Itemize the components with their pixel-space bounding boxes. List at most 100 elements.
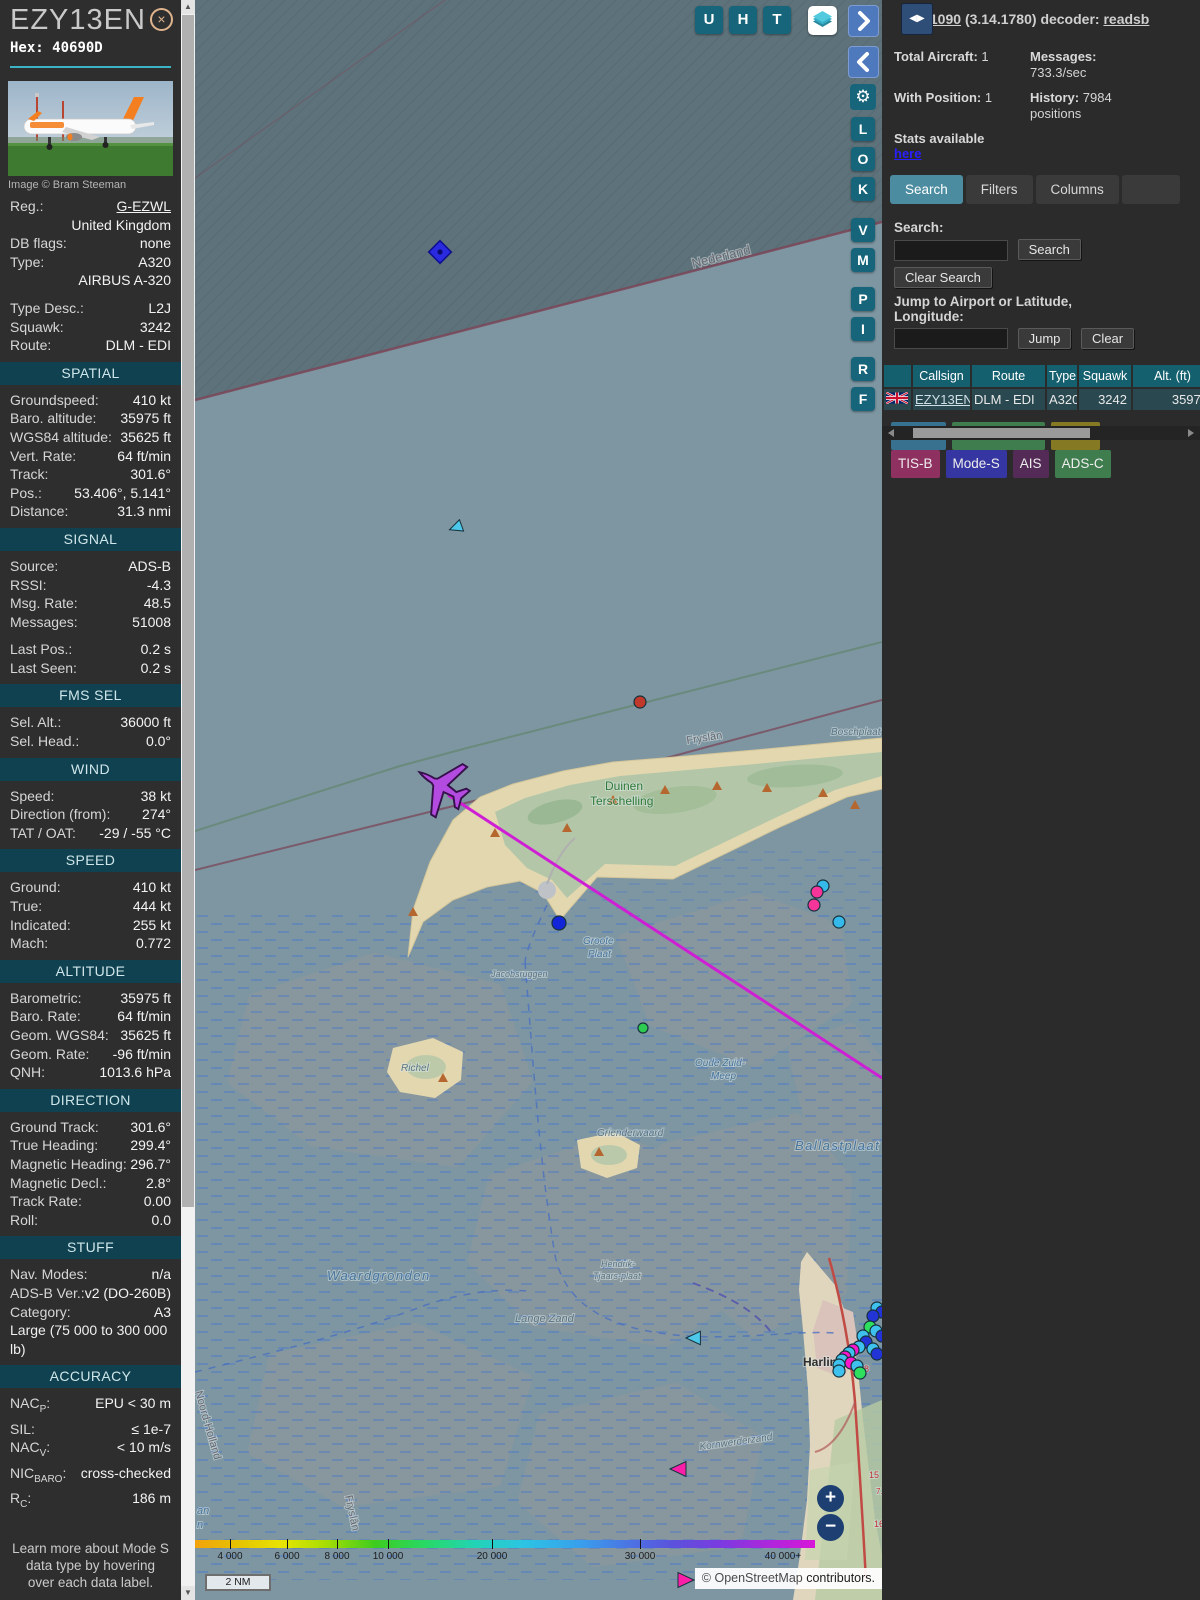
data-row: Vert. Rate: 64 ft/min <box>10 447 171 464</box>
data-row: NACP: EPU < 30 m <box>10 1395 171 1416</box>
data-row: Track Rate: 0.00 <box>10 1193 171 1210</box>
jump-clear-button[interactable]: Clear <box>1081 327 1135 349</box>
section-header: SPATIAL <box>0 361 181 385</box>
data-row: Track: 301.6° <box>10 466 171 483</box>
aircraft-marker[interactable] <box>551 915 567 931</box>
map-button-i[interactable]: I <box>851 317 875 341</box>
scroll-up-icon[interactable]: ▲ <box>181 0 195 14</box>
map-label: Jacobsruggen <box>490 969 548 979</box>
scroll-down-icon[interactable]: ▼ <box>181 1586 195 1600</box>
map-button-f[interactable]: F <box>851 387 875 411</box>
col-callsign[interactable]: Callsign <box>913 365 970 387</box>
collapse-panel-button[interactable] <box>848 46 879 78</box>
badge-tis-b[interactable]: TIS-B <box>891 450 940 478</box>
badge-mode-s[interactable]: Mode-S <box>945 450 1007 478</box>
map-canvas: NederlandFryslân BoschplaatDuinenTerschel… <box>195 0 882 1600</box>
map-button-o[interactable]: O <box>851 147 875 171</box>
aircraft-marker[interactable] <box>870 1347 882 1361</box>
aircraft-marker[interactable] <box>832 915 846 929</box>
table-row[interactable]: EZY13EN DLM - EDI A320 3242 35975 <box>884 389 1200 410</box>
stats-here-link[interactable]: here <box>894 146 921 161</box>
tab-filters[interactable]: Filters <box>965 175 1033 204</box>
scroll-right-icon[interactable] <box>1188 429 1194 437</box>
data-row: Barometric: 35975 ft <box>10 989 171 1006</box>
map-button-m[interactable]: M <box>851 248 875 272</box>
data-row: Geom. Rate: -96 ft/min <box>10 1045 171 1062</box>
data-row: RC: 186 m <box>10 1490 171 1510</box>
tab-columns[interactable]: Columns <box>1035 175 1119 204</box>
map-label: n <box>197 1519 203 1531</box>
data-row: True Heading: 299.4° <box>10 1137 171 1154</box>
panel-tabs: Search Filters Columns <box>890 175 1200 204</box>
row-alt: 35975 <box>1133 389 1200 410</box>
data-row: Mach: 0.772 <box>10 935 171 952</box>
data-row: WGS84 altitude: 35625 ft <box>10 428 171 445</box>
row-squawk: 3242 <box>1079 389 1131 410</box>
search-input[interactable] <box>894 239 1008 261</box>
with-position-value: 1 <box>984 90 993 105</box>
col-alt[interactable]: Alt. (ft) <box>1133 365 1200 387</box>
aircraft-marker[interactable] <box>810 885 824 899</box>
data-row: Messages: 51008 <box>10 613 171 630</box>
panel-horizontal-scrollbar[interactable] <box>882 426 1200 440</box>
jump-input[interactable] <box>894 328 1008 349</box>
layers-button[interactable] <box>808 6 837 35</box>
data-row: Category: A3 <box>10 1303 171 1320</box>
aircraft-hex: Hex: 40690D <box>10 40 103 56</box>
legend-tick-label: 4 000 <box>217 1551 243 1562</box>
col-squawk[interactable]: Squawk <box>1079 365 1131 387</box>
altitude-legend-gradient <box>195 1540 815 1548</box>
aircraft-marker[interactable] <box>807 898 821 912</box>
col-route[interactable]: Route <box>972 365 1045 387</box>
tab-search[interactable]: Search <box>890 175 963 204</box>
row-type: A320 <box>1047 389 1077 410</box>
toggle-trails-button[interactable]: T <box>763 6 791 34</box>
close-icon[interactable]: × <box>150 8 173 31</box>
row-callsign-link[interactable]: EZY13EN <box>915 392 970 407</box>
badge-ais[interactable]: AIS <box>1012 450 1049 478</box>
scrollbar-thumb[interactable] <box>913 428 1090 438</box>
aircraft-marker[interactable] <box>866 1309 880 1323</box>
registration-link[interactable]: G-EZWL <box>117 197 171 216</box>
aircraft-marker[interactable] <box>633 695 647 709</box>
data-row: Sel. Alt.: 36000 ft <box>10 714 171 731</box>
expand-panel-button[interactable] <box>848 5 879 37</box>
data-row: Squawk: 3242 <box>10 318 171 335</box>
map-label: Lange Zand <box>515 1313 575 1325</box>
zoom-out-button[interactable]: − <box>817 1514 844 1541</box>
data-row: NACV: < 10 m/s <box>10 1439 171 1460</box>
map-button-l[interactable]: L <box>851 117 875 141</box>
col-type[interactable]: Type <box>1047 365 1077 387</box>
aircraft-marker[interactable] <box>637 1022 649 1034</box>
map-button-v[interactable]: V <box>851 218 875 242</box>
settings-gear-icon[interactable]: ⚙ <box>850 84 876 110</box>
clear-search-button[interactable]: Clear Search <box>894 266 992 288</box>
badge-ads-c[interactable]: ADS-C <box>1054 450 1111 478</box>
map-button-k[interactable]: K <box>851 177 875 201</box>
sidebar-scrollbar[interactable]: ▲ ▼ <box>181 0 195 1600</box>
aircraft-marker[interactable] <box>853 1366 867 1380</box>
map-button-p[interactable]: P <box>851 287 875 311</box>
table-header-row: Callsign Route Type Squawk Alt. (ft) <box>884 365 1200 387</box>
osm-attribution-link[interactable]: © OpenStreetMap <box>702 1571 803 1585</box>
stats-available: Stats available here <box>894 131 985 161</box>
decoder-link[interactable]: readsb <box>1103 11 1149 27</box>
aircraft-photo-image <box>8 81 173 176</box>
scroll-left-icon[interactable] <box>888 429 894 437</box>
search-label: Search: <box>894 220 944 235</box>
map-button-r[interactable]: R <box>851 357 875 381</box>
jump-button[interactable]: Jump <box>1017 327 1072 349</box>
panel-resize-button[interactable]: ◀▶ <box>901 3 933 35</box>
data-row: Pos.: 53.406°, 5.141° <box>10 484 171 501</box>
zoom-in-button[interactable]: + <box>817 1485 844 1512</box>
aircraft-marker[interactable] <box>832 1364 846 1378</box>
data-row: Last Seen: 0.2 s <box>10 659 171 676</box>
map-label: Ballastplaat <box>795 1138 880 1153</box>
scrollbar-thumb[interactable] <box>182 15 194 1207</box>
map[interactable]: Nederland Fryslân Boschplaat Duinen Terschel… <box>195 0 882 1600</box>
map-label: Terschelling <box>590 794 653 808</box>
toggle-units-button[interactable]: U <box>695 6 723 34</box>
search-button[interactable]: Search <box>1017 239 1081 260</box>
toggle-heatmap-button[interactable]: H <box>729 6 757 34</box>
aircraft-marker[interactable] <box>447 518 465 536</box>
